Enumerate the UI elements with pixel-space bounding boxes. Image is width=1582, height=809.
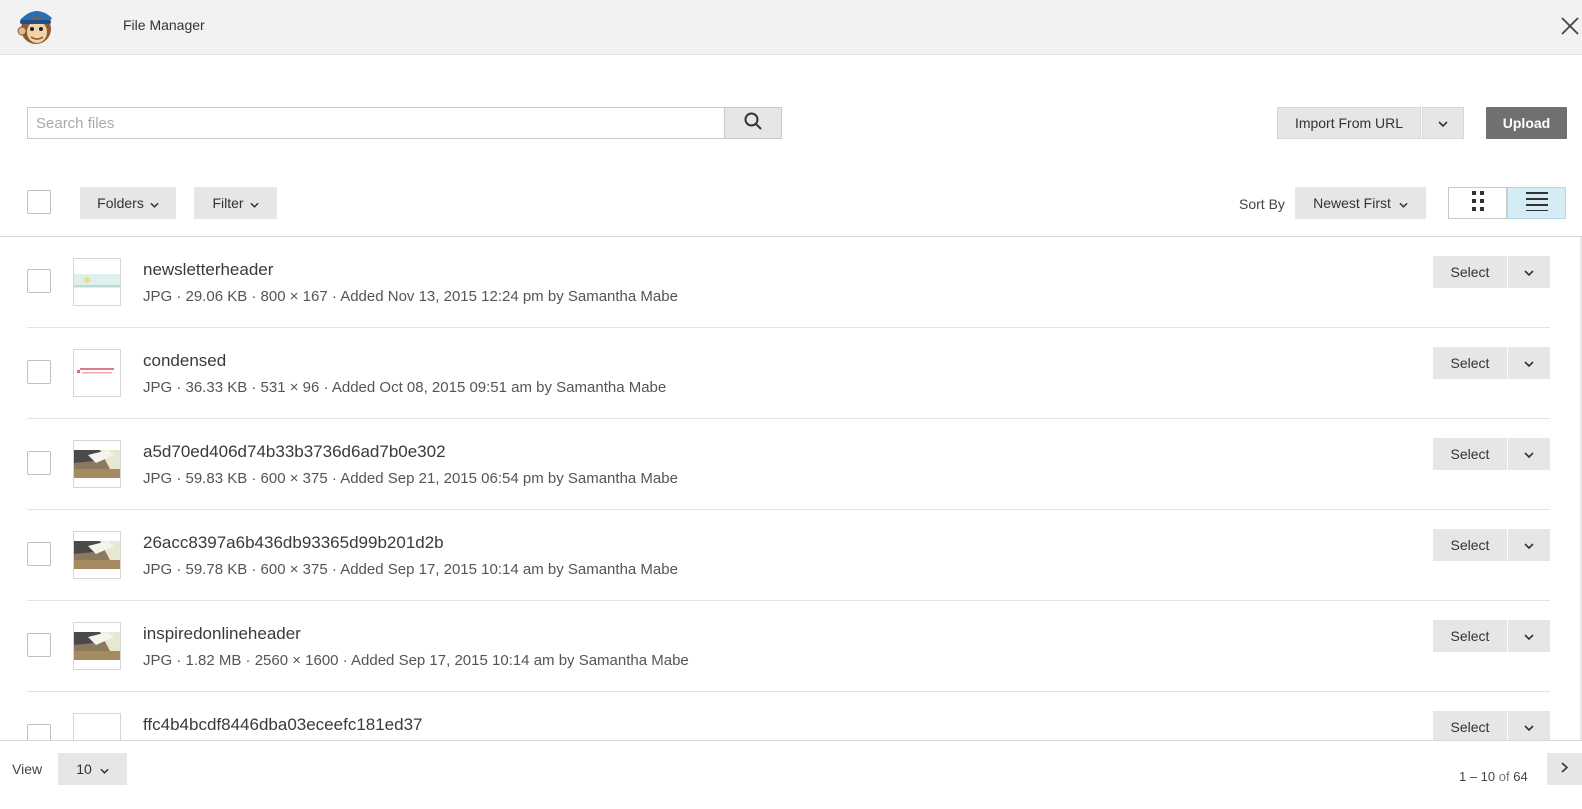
upload-button[interactable]: Upload bbox=[1486, 107, 1567, 139]
select-button[interactable]: Select bbox=[1433, 438, 1507, 470]
file-checkbox[interactable] bbox=[27, 360, 51, 384]
chevron-down-icon bbox=[1524, 445, 1534, 463]
select-button[interactable]: Select bbox=[1433, 711, 1507, 740]
file-name[interactable]: condensed bbox=[143, 351, 226, 371]
chevron-down-icon bbox=[1524, 627, 1534, 645]
file-thumbnail[interactable] bbox=[73, 531, 121, 579]
search-input[interactable] bbox=[28, 108, 725, 138]
list-view-button[interactable] bbox=[1507, 187, 1566, 219]
filter-label: Filter bbox=[212, 195, 244, 211]
chevron-down-icon bbox=[150, 195, 159, 211]
file-options-dropdown[interactable] bbox=[1508, 256, 1550, 288]
file-thumbnail[interactable] bbox=[73, 440, 121, 488]
folders-dropdown[interactable]: Folders bbox=[80, 187, 176, 219]
file-name[interactable]: 26acc8397a6b436db93365d99b201d2b bbox=[143, 533, 444, 553]
close-icon[interactable] bbox=[1559, 15, 1581, 37]
chevron-down-icon bbox=[1524, 718, 1534, 736]
chevron-down-icon bbox=[1524, 536, 1534, 554]
per-page-dropdown[interactable]: 10 bbox=[58, 753, 127, 785]
file-options-dropdown[interactable] bbox=[1508, 347, 1550, 379]
file-row: inspiredonlineheader JPG · 1.82 MB · 256… bbox=[0, 601, 1550, 692]
list-icon bbox=[1525, 191, 1548, 216]
pagination-range: 1 – 10 of 64 bbox=[1459, 769, 1528, 784]
file-name[interactable]: newsletterheader bbox=[143, 260, 273, 280]
select-all-checkbox[interactable] bbox=[27, 190, 51, 214]
top-bar: File Manager bbox=[0, 0, 1582, 55]
sort-value: Newest First bbox=[1313, 195, 1391, 211]
pagination-footer: View 10 1 – 10 of 64 bbox=[0, 740, 1582, 809]
chevron-down-icon bbox=[1438, 114, 1448, 132]
grid-view-button[interactable] bbox=[1448, 187, 1507, 219]
file-thumbnail[interactable] bbox=[73, 713, 121, 740]
file-checkbox[interactable] bbox=[27, 724, 51, 740]
filter-dropdown[interactable]: Filter bbox=[194, 187, 277, 219]
file-meta: JPG · 36.33 KB · 531 × 96 · Added Oct 08… bbox=[143, 379, 667, 396]
grid-icon bbox=[1471, 190, 1485, 217]
select-button[interactable]: Select bbox=[1433, 256, 1507, 288]
next-page-button[interactable] bbox=[1547, 753, 1582, 785]
file-list: newsletterheader JPG · 29.06 KB · 800 × … bbox=[0, 237, 1580, 740]
view-label: View bbox=[12, 761, 43, 777]
sort-dropdown[interactable]: Newest First bbox=[1295, 187, 1426, 219]
file-options-dropdown[interactable] bbox=[1508, 620, 1550, 652]
sort-by-label: Sort By bbox=[1239, 196, 1285, 212]
search-icon bbox=[744, 112, 762, 135]
file-meta: JPG · 1.82 MB · 2560 × 1600 · Added Sep … bbox=[143, 652, 689, 669]
file-thumbnail[interactable] bbox=[73, 349, 121, 397]
file-row: 26acc8397a6b436db93365d99b201d2b JPG · 5… bbox=[0, 510, 1550, 601]
file-meta: JPG · 59.78 KB · 600 × 375 · Added Sep 1… bbox=[143, 561, 678, 578]
search-button[interactable] bbox=[724, 108, 781, 138]
chevron-down-icon bbox=[1524, 354, 1534, 372]
select-button[interactable]: Select bbox=[1433, 620, 1507, 652]
freddie-monkey-logo-icon[interactable] bbox=[16, 5, 56, 47]
app-title: File Manager bbox=[123, 17, 205, 33]
range-value: 1 – 10 bbox=[1459, 769, 1496, 784]
file-checkbox[interactable] bbox=[27, 451, 51, 475]
folders-label: Folders bbox=[97, 195, 144, 211]
file-row: a5d70ed406d74b33b3736d6ad7b0e302 JPG · 5… bbox=[0, 419, 1550, 510]
chevron-down-icon bbox=[100, 761, 109, 777]
file-meta: JPG · 59.83 KB · 600 × 375 · Added Sep 2… bbox=[143, 470, 678, 487]
file-name[interactable]: a5d70ed406d74b33b3736d6ad7b0e302 bbox=[143, 442, 446, 462]
file-checkbox[interactable] bbox=[27, 269, 51, 293]
chevron-down-icon bbox=[249, 195, 259, 211]
file-thumbnail[interactable] bbox=[73, 258, 121, 306]
chevron-down-icon bbox=[1399, 195, 1408, 211]
per-page-value: 10 bbox=[76, 761, 92, 777]
file-row: newsletterheader JPG · 29.06 KB · 800 × … bbox=[0, 237, 1550, 328]
file-name[interactable]: ffc4b4bcdf8446dba03eceefc181ed37 bbox=[143, 715, 423, 735]
chevron-right-icon bbox=[1561, 760, 1569, 778]
total-count: 64 bbox=[1513, 769, 1528, 784]
select-button[interactable]: Select bbox=[1433, 347, 1507, 379]
file-options-dropdown[interactable] bbox=[1508, 711, 1550, 740]
file-row: ffc4b4bcdf8446dba03eceefc181ed37 Select bbox=[0, 692, 1550, 740]
import-options-dropdown[interactable] bbox=[1422, 107, 1464, 139]
file-meta: JPG · 29.06 KB · 800 × 167 · Added Nov 1… bbox=[143, 288, 678, 305]
file-options-dropdown[interactable] bbox=[1508, 438, 1550, 470]
file-checkbox[interactable] bbox=[27, 542, 51, 566]
file-name[interactable]: inspiredonlineheader bbox=[143, 624, 301, 644]
of-label: of bbox=[1498, 769, 1510, 784]
chevron-down-icon bbox=[1524, 263, 1534, 281]
import-from-url-button[interactable]: Import From URL bbox=[1277, 107, 1421, 139]
select-button[interactable]: Select bbox=[1433, 529, 1507, 561]
search-bar bbox=[27, 107, 782, 139]
file-checkbox[interactable] bbox=[27, 633, 51, 657]
file-thumbnail[interactable] bbox=[73, 622, 121, 670]
file-options-dropdown[interactable] bbox=[1508, 529, 1550, 561]
file-row: condensed JPG · 36.33 KB · 531 × 96 · Ad… bbox=[0, 328, 1550, 419]
